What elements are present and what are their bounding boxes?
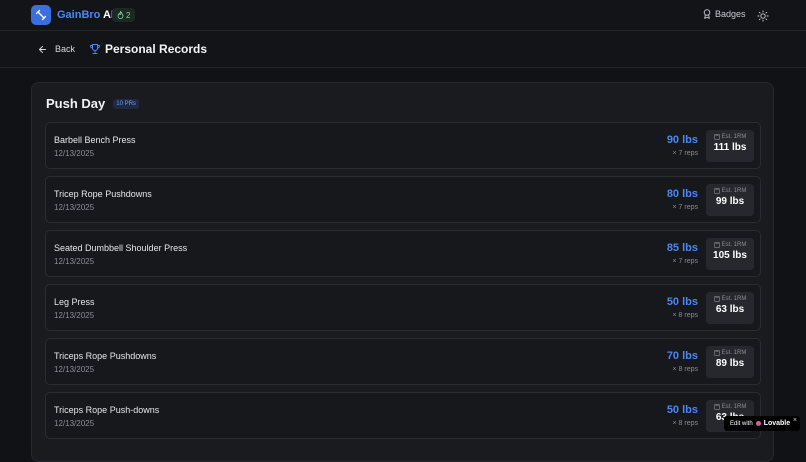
award-icon bbox=[703, 9, 711, 19]
record-row[interactable]: Leg Press 12/13/2025 50 lbs × 8 reps Est. 1R… bbox=[45, 284, 761, 331]
calculator-icon bbox=[713, 296, 720, 302]
est-1rm-box: Est. 1RM 105 lbs bbox=[706, 238, 754, 270]
badges-button[interactable]: Badges bbox=[703, 9, 746, 19]
est-1rm-value: 111 lbs bbox=[713, 142, 747, 153]
close-icon[interactable]: × bbox=[793, 417, 797, 424]
est-1rm-value: 63 lbs bbox=[715, 304, 745, 315]
app-brand-name[interactable]: GainBro AI bbox=[57, 9, 114, 21]
est-1rm-label: Est. 1RM bbox=[721, 188, 747, 194]
pr-count-badge: 10 PRs bbox=[113, 98, 139, 109]
back-label: Back bbox=[55, 44, 76, 54]
record-row[interactable]: Barbell Bench Press 12/13/2025 90 lbs × 7 r… bbox=[45, 122, 761, 169]
record-date: 12/13/2025 bbox=[54, 149, 95, 158]
est-1rm-label-row: Est. 1RM bbox=[706, 188, 754, 194]
badges-label: Badges bbox=[715, 9, 746, 19]
est-1rm-label-row: Est. 1RM bbox=[706, 404, 754, 410]
brand-name-primary: GainBro bbox=[57, 9, 101, 21]
edit-with-lovable-badge[interactable]: Edit with Lovable × bbox=[724, 416, 800, 431]
record-reps: × 7 reps bbox=[672, 204, 699, 211]
exercise-name: Seated Dumbbell Shoulder Press bbox=[54, 243, 188, 253]
lovable-heart-icon bbox=[755, 421, 761, 426]
streak-badge: 2 bbox=[112, 8, 136, 22]
est-1rm-label: Est. 1RM bbox=[721, 296, 747, 302]
record-weight: 50 lbs bbox=[666, 404, 698, 416]
est-1rm-label: Est. 1RM bbox=[721, 134, 747, 140]
lovable-prefix: Edit with bbox=[730, 420, 753, 427]
record-weight: 80 lbs bbox=[666, 188, 698, 200]
calculator-icon bbox=[713, 242, 720, 248]
record-date: 12/13/2025 bbox=[54, 257, 95, 266]
est-1rm-value: 105 lbs bbox=[713, 250, 747, 261]
record-weight: 90 lbs bbox=[666, 134, 698, 146]
record-row[interactable]: Seated Dumbbell Shoulder Press 12/13/2025… bbox=[45, 230, 761, 277]
est-1rm-label-row: Est. 1RM bbox=[706, 242, 754, 248]
trophy-icon bbox=[90, 44, 100, 54]
exercise-name: Tricep Rope Pushdowns bbox=[54, 189, 152, 199]
card-header: Push Day 10 PRs bbox=[46, 96, 139, 111]
lovable-brand: Lovable bbox=[763, 420, 791, 427]
app-logo[interactable] bbox=[31, 5, 51, 25]
sun-icon bbox=[757, 10, 769, 22]
calculator-icon bbox=[713, 134, 720, 140]
page-title: Personal Records bbox=[89, 42, 207, 56]
record-weight: 85 lbs bbox=[666, 242, 698, 254]
arrow-left-icon bbox=[39, 45, 46, 53]
exercise-name: Triceps Rope Pushdowns bbox=[54, 351, 157, 361]
est-1rm-box: Est. 1RM 89 lbs bbox=[706, 346, 754, 378]
streak-count: 2 bbox=[126, 10, 131, 20]
page-header: Back Personal Records bbox=[0, 31, 806, 68]
exercise-name: Leg Press bbox=[54, 297, 95, 307]
est-1rm-label-row: Est. 1RM bbox=[706, 134, 754, 140]
record-date: 12/13/2025 bbox=[54, 419, 95, 428]
calculator-icon bbox=[713, 404, 720, 410]
theme-toggle-button[interactable] bbox=[757, 9, 769, 22]
workout-title: Push Day bbox=[46, 96, 106, 111]
record-weight: 70 lbs bbox=[666, 350, 698, 362]
est-1rm-label: Est. 1RM bbox=[721, 350, 747, 356]
est-1rm-label-row: Est. 1RM bbox=[706, 350, 754, 356]
est-1rm-box: Est. 1RM 63 lbs bbox=[706, 292, 754, 324]
calculator-icon bbox=[713, 188, 720, 194]
record-date: 12/13/2025 bbox=[54, 203, 95, 212]
record-reps: × 8 reps bbox=[672, 312, 699, 319]
record-row[interactable]: Triceps Rope Pushdowns 12/13/2025 70 lbs × … bbox=[45, 338, 761, 385]
calculator-icon bbox=[713, 350, 720, 356]
record-row[interactable]: Triceps Rope Push-downs 12/13/2025 50 lbs ×… bbox=[45, 392, 761, 439]
record-reps: × 7 reps bbox=[672, 258, 699, 265]
record-date: 12/13/2025 bbox=[54, 311, 95, 320]
est-1rm-label-row: Est. 1RM bbox=[706, 296, 754, 302]
est-1rm-label: Est. 1RM bbox=[721, 404, 747, 410]
record-reps: × 8 reps bbox=[672, 366, 699, 373]
top-navbar: GainBro AI 2 Badges bbox=[0, 0, 806, 31]
record-row[interactable]: Tricep Rope Pushdowns 12/13/2025 80 lbs × 7… bbox=[45, 176, 761, 223]
dumbbell-icon bbox=[35, 9, 47, 21]
est-1rm-value: 99 lbs bbox=[715, 196, 745, 207]
exercise-name: Barbell Bench Press bbox=[54, 135, 136, 145]
est-1rm-label: Est. 1RM bbox=[721, 242, 747, 248]
record-date: 12/13/2025 bbox=[54, 365, 95, 374]
back-button[interactable]: Back bbox=[38, 44, 75, 54]
exercise-name: Triceps Rope Push-downs bbox=[54, 405, 160, 415]
workout-records-card: Push Day 10 PRs Barbell Bench Press 12/13… bbox=[31, 82, 774, 462]
flame-icon bbox=[117, 11, 124, 19]
record-weight: 50 lbs bbox=[666, 296, 698, 308]
est-1rm-value: 89 lbs bbox=[715, 358, 745, 369]
est-1rm-box: Est. 1RM 111 lbs bbox=[706, 130, 754, 162]
record-reps: × 7 reps bbox=[672, 150, 699, 157]
est-1rm-box: Est. 1RM 99 lbs bbox=[706, 184, 754, 216]
record-reps: × 8 reps bbox=[672, 420, 699, 427]
page-title-text: Personal Records bbox=[105, 42, 208, 56]
